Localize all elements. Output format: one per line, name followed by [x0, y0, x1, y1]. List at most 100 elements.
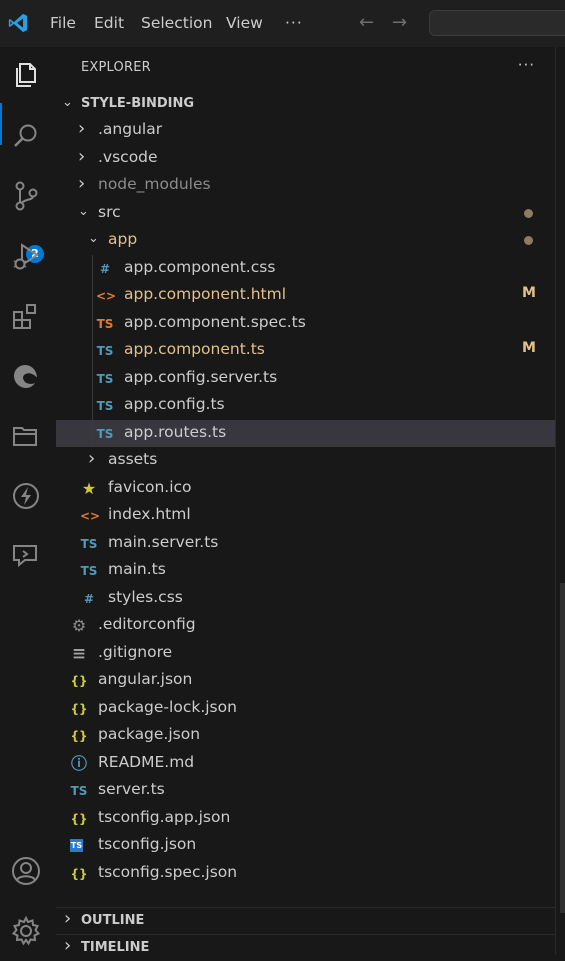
file-row[interactable]: <> app.component.html M [56, 282, 555, 309]
file-name: app.config.server.ts [124, 367, 278, 386]
file-name: favicon.ico [108, 477, 192, 496]
file-row[interactable]: {} tsconfig.spec.json [56, 860, 555, 887]
file-name: .editorconfig [98, 615, 196, 633]
contains-changes-dot [524, 236, 533, 245]
json-file-icon: {} [70, 729, 88, 743]
section-timeline[interactable]: › TIMELINE [56, 934, 555, 961]
chevron-right-icon: › [64, 935, 72, 956]
json-file-icon: {} [70, 674, 88, 688]
account-icon[interactable] [10, 855, 42, 887]
settings-gear-icon[interactable] [10, 915, 42, 947]
chevron-right-icon: › [78, 118, 86, 139]
file-name: .gitignore [98, 642, 173, 661]
menu-file[interactable]: File [50, 14, 76, 32]
chevron-down-icon: ⌄ [88, 231, 99, 246]
menu-more-button[interactable]: ··· [285, 14, 303, 32]
file-row[interactable]: {} package.json [56, 722, 555, 749]
chevron-down-icon: ⌄ [62, 95, 73, 110]
file-name: tsconfig.app.json [98, 807, 231, 826]
menu-edit[interactable]: Edit [94, 14, 124, 32]
file-row[interactable]: ⚙ .editorconfig [56, 612, 555, 639]
json-file-icon: {} [70, 866, 88, 881]
html-file-icon: <> [96, 289, 117, 303]
editorconfig-gear-icon: ⚙ [71, 616, 87, 635]
folder-name: assets [108, 450, 158, 468]
command-center-search[interactable] [429, 10, 565, 36]
html-file-icon: <> [80, 509, 101, 523]
file-name: index.html [108, 505, 191, 523]
folder-row[interactable]: ⌄ app [56, 227, 555, 254]
typescript-file-icon: TS [80, 536, 98, 551]
typescript-spec-file-icon: TS [96, 316, 114, 331]
active-indicator [0, 103, 2, 145]
file-row[interactable]: TS app.routes.ts [56, 419, 555, 447]
extensions-icon[interactable] [10, 300, 42, 332]
folder-row[interactable]: › .angular [56, 117, 555, 144]
css-file-icon: # [99, 261, 111, 276]
file-row[interactable]: TS tsconfig.json [56, 832, 555, 859]
git-modified-status: M [522, 340, 536, 356]
file-name: package-lock.json [98, 697, 237, 716]
gitignore-lines-icon: ≡ [71, 643, 87, 664]
back-arrow-icon[interactable]: ← [359, 12, 374, 33]
file-name: app.component.ts [124, 340, 265, 358]
source-control-icon[interactable] [10, 180, 42, 212]
file-name: tsconfig.json [98, 835, 197, 853]
file-row[interactable]: <> index.html [56, 502, 555, 529]
file-row[interactable]: TS main.server.ts [56, 530, 555, 557]
workspace-name: STYLE-BINDING [81, 96, 195, 111]
json-file-icon: {} [70, 701, 88, 716]
typescript-file-icon: TS [70, 784, 88, 798]
chevron-right-icon: › [78, 173, 86, 194]
folder-row[interactable]: › .vscode [56, 145, 555, 172]
file-row[interactable]: TS app.config.ts [56, 392, 555, 419]
run-debug-icon[interactable] [10, 240, 42, 272]
folder-row[interactable]: ⌄ src [56, 200, 555, 227]
file-row[interactable]: ⓘ README.md [56, 750, 555, 777]
scrollbar-thumb[interactable] [560, 583, 565, 913]
folder-row[interactable]: › node_modules [56, 172, 555, 199]
file-row[interactable]: TS main.ts [56, 557, 555, 584]
file-row[interactable]: # app.component.css [56, 255, 555, 282]
forward-arrow-icon[interactable]: → [392, 12, 407, 33]
tsconfig-file-icon: TS [70, 839, 83, 852]
file-row[interactable]: {} package-lock.json [56, 695, 555, 722]
typescript-file-icon: TS [96, 371, 114, 386]
contains-changes-dot [524, 208, 533, 218]
file-name: server.ts [98, 780, 165, 798]
file-row[interactable]: TS app.component.spec.ts [56, 310, 555, 337]
file-row[interactable]: ≡ .gitignore [56, 640, 555, 667]
title-bar: File Edit Selection View ··· ← → [0, 0, 565, 47]
file-row[interactable]: ★ favicon.ico [56, 475, 555, 502]
file-name: app.component.css [124, 257, 276, 276]
file-row[interactable]: {} angular.json [56, 667, 555, 694]
chevron-right-icon: › [88, 448, 96, 469]
file-name: package.json [98, 725, 201, 743]
file-row[interactable]: {} tsconfig.app.json [56, 805, 555, 832]
file-name: README.md [98, 752, 195, 771]
menu-view[interactable]: View [226, 14, 263, 32]
file-name: app.routes.ts [124, 422, 227, 441]
folder-name: node_modules [98, 175, 211, 193]
file-row[interactable]: # styles.css [56, 585, 555, 612]
section-outline[interactable]: › OUTLINE [56, 907, 555, 934]
edge-browser-icon[interactable] [10, 360, 42, 392]
folder-name: src [98, 202, 121, 221]
readme-info-icon: ⓘ [70, 753, 87, 773]
file-row[interactable]: TS app.component.ts M [56, 337, 555, 364]
project-folders-icon[interactable] [10, 420, 42, 452]
lightning-icon[interactable] [10, 480, 42, 512]
explorer-title: EXPLORER [81, 60, 151, 75]
remote-chat-icon[interactable] [10, 540, 42, 572]
explorer-more-button[interactable]: ··· [518, 56, 535, 74]
folder-row[interactable]: › assets [56, 447, 555, 474]
file-row[interactable]: TS app.config.server.ts [56, 365, 555, 392]
workspace-header[interactable]: ⌄ STYLE-BINDING [56, 91, 555, 118]
search-icon[interactable] [10, 120, 42, 152]
file-name: app.config.ts [124, 395, 225, 413]
favicon-star-icon: ★ [81, 478, 97, 498]
menu-selection[interactable]: Selection [141, 14, 212, 32]
file-row[interactable]: TS server.ts [56, 777, 555, 804]
explorer-files-icon[interactable] [10, 59, 42, 91]
typescript-file-icon: TS [96, 426, 114, 441]
